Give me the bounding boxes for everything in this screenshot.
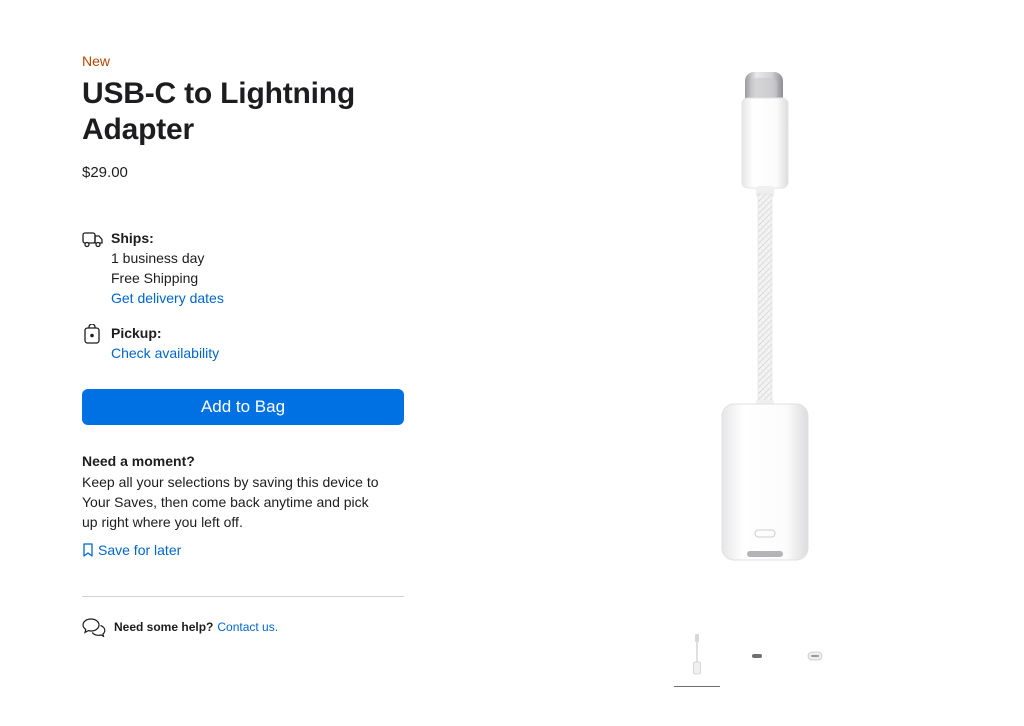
product-thumbnail-gallery: [674, 630, 844, 690]
check-availability-link[interactable]: Check availability: [111, 343, 404, 363]
save-description: Keep all your selections by saving this …: [82, 474, 379, 530]
lightning-thumbnail-image: [807, 651, 823, 661]
product-price: $29.00: [82, 164, 128, 181]
chat-bubbles-icon: [82, 618, 106, 637]
product-title-line-2: Adapter: [82, 113, 194, 146]
usb-c-thumbnail-image: [752, 654, 762, 658]
new-badge: New: [82, 53, 111, 69]
adapter-thumbnail-image: [693, 634, 701, 675]
thumbnail-lightning-end[interactable]: [792, 630, 838, 682]
product-title: USB-C to Lightning Adapter: [82, 76, 404, 148]
save-for-later-label: Save for later: [98, 542, 182, 558]
ships-time: 1 business day: [111, 250, 205, 266]
truck-icon: [82, 232, 103, 248]
get-delivery-dates-link[interactable]: Get delivery dates: [111, 288, 404, 308]
save-for-later-link[interactable]: Save for later: [82, 540, 404, 560]
ships-cost: Free Shipping: [111, 270, 199, 286]
product-image-adapter: [721, 72, 809, 561]
thumbnail-full-adapter[interactable]: [674, 630, 720, 682]
add-to-bag-button[interactable]: Add to Bag: [82, 389, 404, 425]
pickup-info: Pickup: Check availability: [82, 323, 404, 363]
help-question: Need some help?: [114, 620, 214, 634]
section-divider: [82, 596, 404, 597]
ships-label: Ships:: [111, 230, 154, 246]
shopping-bag-icon: [84, 324, 100, 344]
contact-us-link[interactable]: Contact us.: [217, 620, 278, 634]
shipping-info: Ships: 1 business day Free Shipping Get …: [82, 228, 404, 308]
save-for-later-section: Need a moment? Keep all your selections …: [82, 451, 404, 560]
need-a-moment-heading: Need a moment?: [82, 453, 195, 469]
thumbnail-usb-c-end[interactable]: [734, 630, 780, 682]
pickup-label: Pickup:: [111, 325, 162, 341]
product-purchase-panel: New USB-C to Lightning Adapter $29.00 Sh…: [82, 52, 404, 637]
selected-thumbnail-indicator: [674, 686, 720, 687]
help-row: Need some help? Contact us.: [82, 617, 404, 637]
product-title-line-1: USB-C to Lightning: [82, 77, 355, 110]
bookmark-icon: [83, 543, 93, 557]
